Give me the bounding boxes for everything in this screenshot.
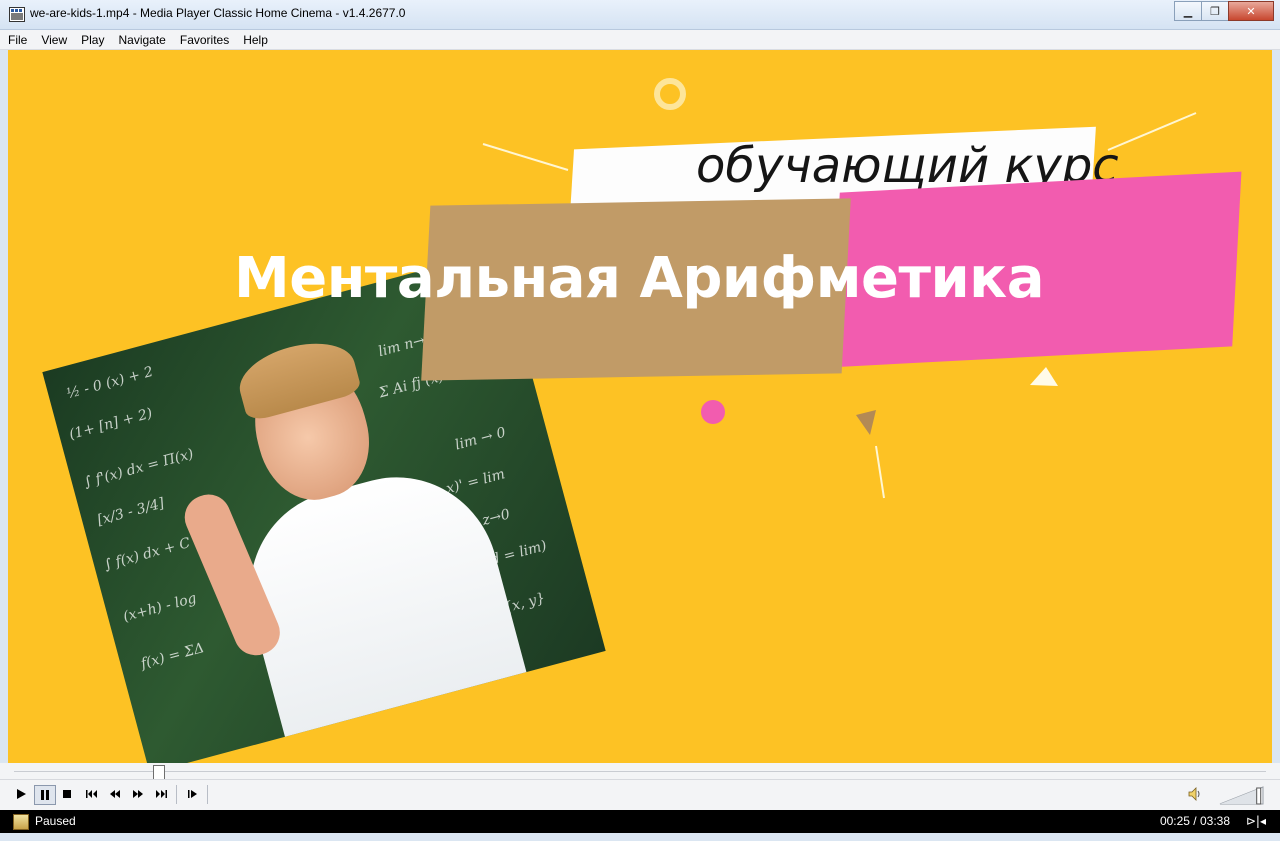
minimize-button[interactable]: ▁ <box>1174 1 1202 21</box>
stop-button[interactable] <box>57 785 77 803</box>
frame-step-button[interactable] <box>183 785 203 803</box>
menu-file[interactable]: File <box>2 33 33 47</box>
maximize-button[interactable]: ❐ <box>1201 1 1229 21</box>
ray-line-left <box>482 143 569 171</box>
play-button[interactable] <box>11 785 31 803</box>
app-icon <box>9 7 25 22</box>
pause-icon <box>41 790 49 800</box>
fast-forward-icon <box>133 790 143 798</box>
menu-bar: File View Play Navigate Favorites Help <box>0 30 1280 50</box>
ring-decoration <box>654 78 686 110</box>
window-controls: ▁ ❐ ✕ <box>1174 1 1274 21</box>
menu-favorites[interactable]: Favorites <box>174 33 235 47</box>
volume-slider[interactable] <box>1219 785 1265 805</box>
frame-step-icon <box>188 790 197 798</box>
pink-dot-decoration <box>701 400 725 424</box>
toolbar-separator <box>207 785 208 804</box>
menu-help[interactable]: Help <box>237 33 274 47</box>
pause-button[interactable] <box>34 785 56 805</box>
stop-icon <box>63 790 71 798</box>
formula-text: (x+h) - log <box>121 590 199 626</box>
rewind-button[interactable] <box>105 785 125 803</box>
previous-button[interactable] <box>82 785 102 803</box>
window-title: we-are-kids-1.mp4 - Media Player Classic… <box>30 6 406 20</box>
next-button[interactable] <box>151 785 171 803</box>
ray-line-right <box>1107 112 1197 151</box>
formula-text: [x/3 - 3/4] <box>95 495 167 529</box>
skip-forward-icon <box>156 790 167 798</box>
window-border-bottom <box>0 833 1280 841</box>
formula-text: ∫ f(x) dx + C <box>102 535 193 574</box>
menu-play[interactable]: Play <box>75 33 110 47</box>
menu-view[interactable]: View <box>35 33 73 47</box>
status-bar: Paused 00:25 / 03:38 ⊳|◂ <box>0 810 1280 833</box>
fast-forward-button[interactable] <box>128 785 148 803</box>
ray-line-bottom <box>875 445 885 499</box>
seek-bar[interactable] <box>0 763 1280 780</box>
minimize-icon: ▁ <box>1183 4 1193 18</box>
window-border-left <box>0 50 8 763</box>
window-titlebar[interactable]: we-are-kids-1.mp4 - Media Player Classic… <box>0 0 1280 30</box>
close-button[interactable]: ✕ <box>1228 1 1274 21</box>
speaker-icon[interactable] <box>1187 786 1203 802</box>
stream-info-icon[interactable]: ⊳|◂ <box>1246 814 1266 828</box>
time-display: 00:25 / 03:38 <box>1159 814 1230 828</box>
media-file-icon <box>13 814 29 830</box>
formula-text: ∫ f'(x) dx = Π(x) <box>82 446 196 491</box>
seek-track[interactable] <box>14 771 1266 772</box>
menu-navigate[interactable]: Navigate <box>112 33 171 47</box>
maximize-icon: ❐ <box>1210 4 1220 18</box>
playback-toolbar <box>0 779 1280 810</box>
course-title: Ментальная Арифметика <box>234 246 1044 311</box>
video-canvas[interactable]: ½ - 0 (x) + 2 (1+ [n] + 2) ∫ f'(x) dx = … <box>8 50 1272 763</box>
seek-handle[interactable] <box>152 765 165 780</box>
rewind-icon <box>110 790 120 798</box>
tan-triangle-decoration <box>856 410 876 435</box>
volume-handle[interactable] <box>1256 787 1262 805</box>
window-border-right <box>1272 50 1280 763</box>
white-triangle-decoration <box>1030 367 1058 386</box>
toolbar-separator <box>176 785 177 804</box>
playback-state: Paused <box>35 814 76 828</box>
formula-text: (1+ [n] + 2) <box>67 405 155 443</box>
formula-text: ½ - 0 (x) + 2 <box>64 363 155 403</box>
skip-back-icon <box>86 790 97 798</box>
close-icon: ✕ <box>1246 4 1256 18</box>
formula-text: f(x) = ΣΔ <box>139 640 206 673</box>
play-icon <box>17 789 26 799</box>
formula-text: lim → 0 <box>453 424 508 454</box>
